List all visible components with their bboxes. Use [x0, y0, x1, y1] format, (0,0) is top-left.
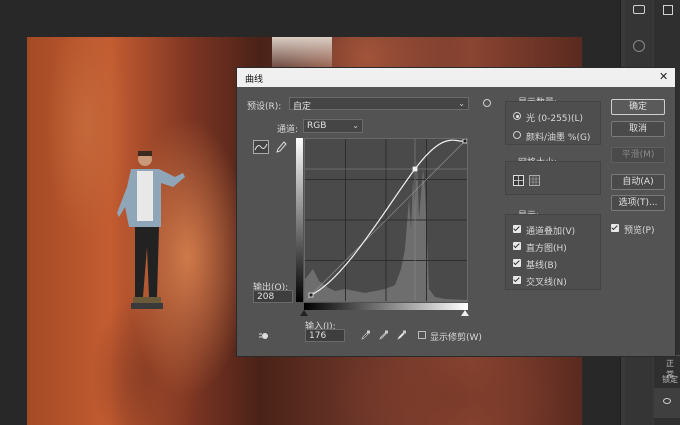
- baseline-label: 基线(B): [526, 261, 558, 271]
- input-field[interactable]: 176: [305, 329, 345, 342]
- curves-graph[interactable]: [304, 138, 468, 302]
- ok-button[interactable]: 确定: [611, 99, 665, 115]
- preset-label: 预设(R):: [247, 102, 282, 112]
- curves-dialog: 曲线 ✕ 预设(R): 自定 ⌄ 通道: RGB ⌄ 输出(O): 208 输入…: [236, 67, 676, 357]
- visibility-eye-icon[interactable]: [663, 398, 671, 404]
- channel-select[interactable]: RGB ⌄: [303, 119, 363, 133]
- preset-select[interactable]: 自定 ⌄: [289, 97, 469, 112]
- show-group: 通道叠加(V) 直方图(H) 基线(B) 交叉线(N): [505, 214, 601, 290]
- preset-value: 自定: [293, 102, 312, 112]
- pencil-tool-icon[interactable]: [275, 140, 287, 154]
- smooth-button[interactable]: 平滑(M): [611, 147, 665, 163]
- channel-value: RGB: [307, 121, 327, 131]
- comment-icon[interactable]: [633, 5, 645, 14]
- channel-label: 通道:: [277, 125, 299, 135]
- histogram-label: 直方图(H): [526, 244, 567, 254]
- light-radio-label: 光 (0-255)(L): [526, 114, 584, 124]
- show-clipping-label: 显示修剪(W): [430, 333, 482, 343]
- cancel-button[interactable]: 取消: [611, 121, 665, 137]
- light-radio[interactable]: [513, 112, 521, 120]
- auto-button[interactable]: 自动(A): [611, 174, 665, 190]
- chevron-down-icon: ⌄: [458, 99, 465, 108]
- preview-label: 预览(P): [624, 226, 655, 236]
- options-button[interactable]: 选项(T)...: [611, 195, 665, 211]
- lock-label: 锁定: [662, 375, 678, 384]
- detailed-grid-icon[interactable]: [529, 175, 540, 186]
- output-gradient-bar: [296, 138, 303, 302]
- display-amount-group: 光 (0-255)(L) 颜料/油墨 %(G): [505, 101, 601, 145]
- intersection-line-checkbox[interactable]: [513, 276, 521, 284]
- baseline-checkbox[interactable]: [513, 259, 521, 267]
- preview-checkbox[interactable]: [611, 224, 619, 232]
- black-point-slider[interactable]: [300, 310, 308, 316]
- channel-overlay-checkbox[interactable]: [513, 225, 521, 233]
- preset-gear-icon[interactable]: [483, 99, 491, 107]
- histogram-checkbox[interactable]: [513, 242, 521, 250]
- show-clipping-checkbox[interactable]: [418, 331, 426, 339]
- target-adjust-hand-icon[interactable]: [259, 332, 269, 340]
- white-eyedropper-icon[interactable]: [397, 330, 407, 340]
- close-icon[interactable]: ✕: [659, 70, 668, 83]
- black-eyedropper-icon[interactable]: [361, 330, 371, 340]
- intersection-line-label: 交叉线(N): [526, 278, 567, 288]
- dialog-titlebar[interactable]: 曲线 ✕: [237, 68, 675, 87]
- channel-overlay-label: 通道叠加(V): [526, 227, 576, 237]
- pigment-radio-label: 颜料/油墨 %(G): [526, 133, 591, 143]
- person-figure: [117, 151, 185, 309]
- simple-grid-icon[interactable]: [513, 175, 524, 186]
- gray-eyedropper-icon[interactable]: [379, 330, 389, 340]
- curve-edit-tool-icon[interactable]: [253, 140, 269, 154]
- swatch-icon[interactable]: [663, 5, 673, 15]
- output-field[interactable]: 208: [253, 290, 293, 303]
- pigment-radio[interactable]: [513, 131, 521, 139]
- dialog-title: 曲线: [245, 75, 264, 85]
- adjust-icon[interactable]: [633, 40, 645, 52]
- white-point-slider[interactable]: [461, 310, 469, 316]
- grid-size-group: [505, 161, 601, 195]
- input-gradient-bar: [304, 303, 468, 310]
- chevron-down-icon: ⌄: [352, 121, 359, 130]
